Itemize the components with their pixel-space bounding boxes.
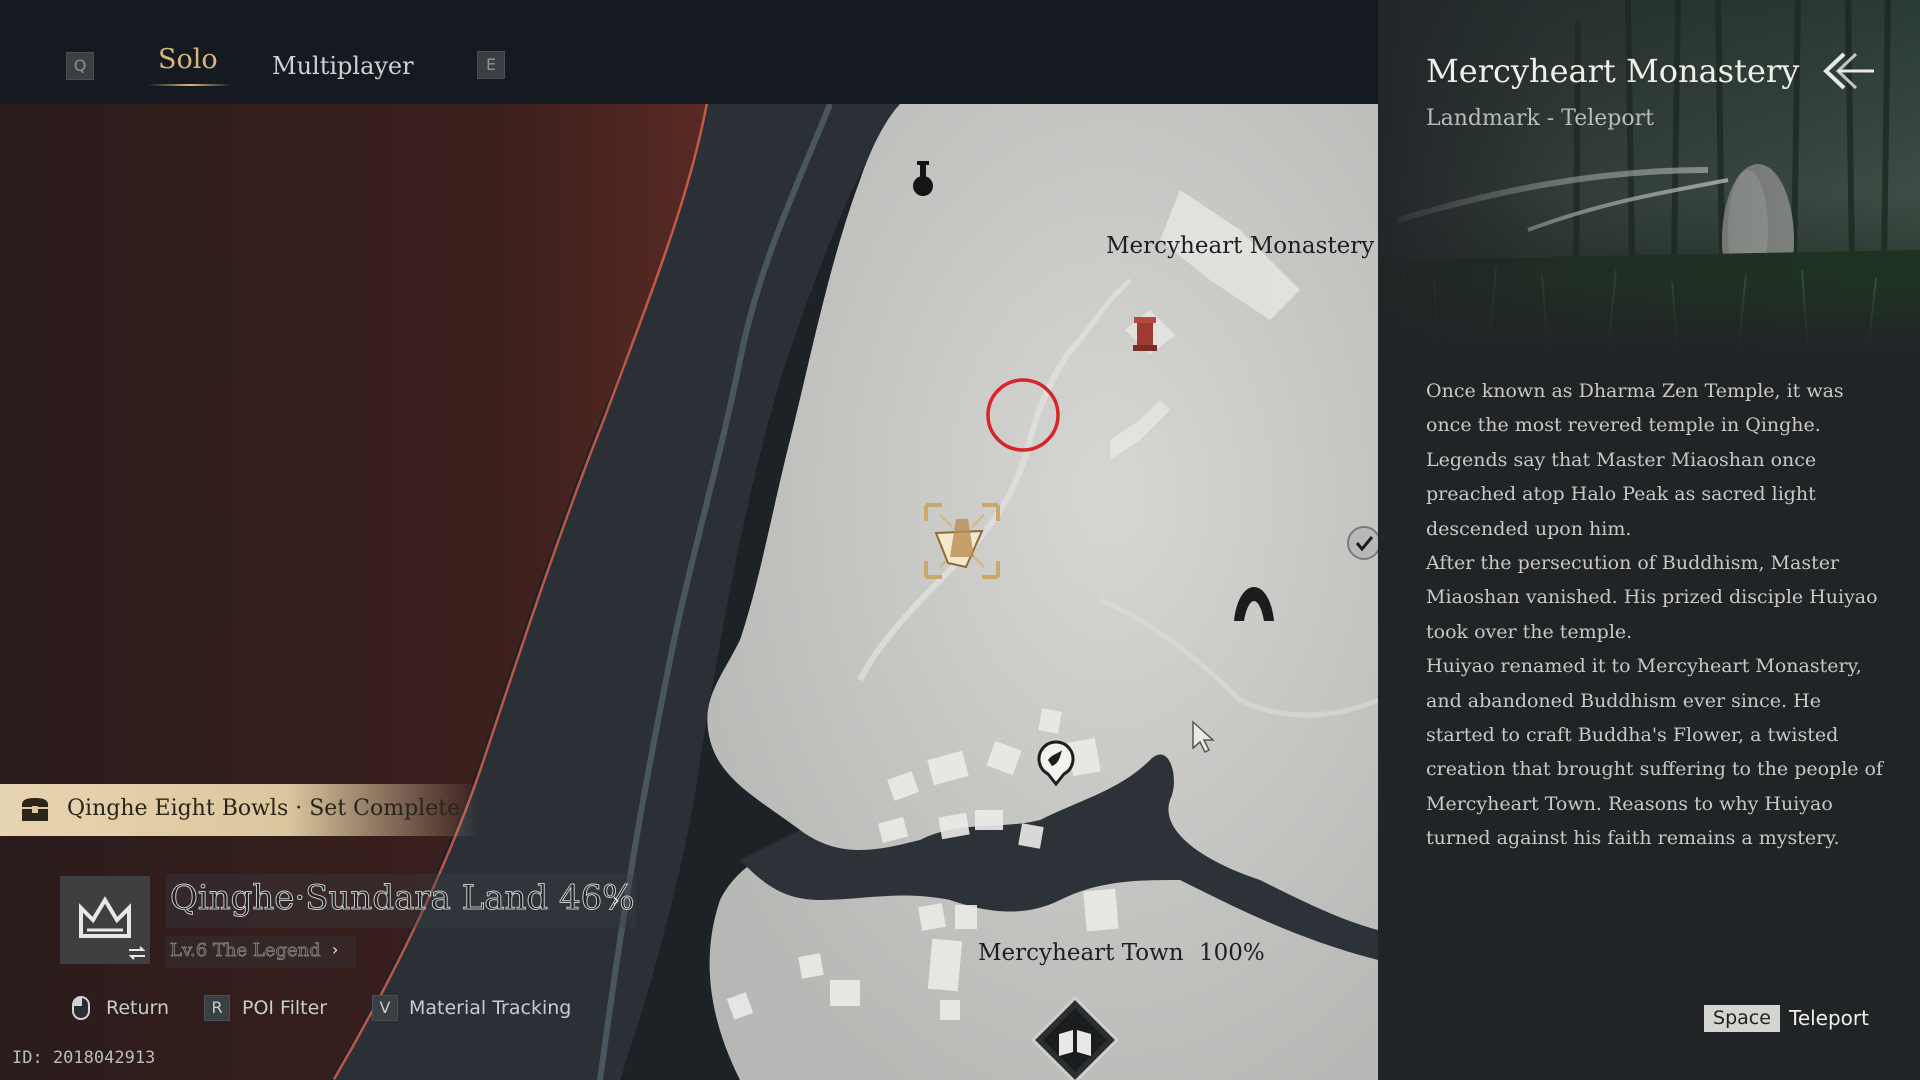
set-complete-notification: Qinghe Eight Bowls · Set Complete: [0, 784, 480, 836]
material-tracking-hint[interactable]: Material Tracking: [409, 997, 571, 1019]
mouse-icon: [72, 996, 90, 1020]
player-id: ID: 2018042913: [12, 1048, 156, 1068]
description-paragraph: Legends say that Master Miaoshan once pr…: [1426, 448, 1817, 540]
region-level[interactable]: Lv.6 The Legend: [170, 940, 321, 962]
description-paragraph: Once known as Dharma Zen Temple, it was …: [1426, 380, 1844, 437]
material-tracking-key[interactable]: V: [372, 995, 398, 1021]
crown-icon: [79, 896, 131, 938]
tab-multiplayer[interactable]: Multiplayer: [272, 52, 414, 80]
map-label-town-progress: 100%: [1199, 940, 1265, 966]
notification-text: Qinghe Eight Bowls · Set Complete: [67, 796, 461, 821]
location-description: Once known as Dharma Zen Temple, it was …: [1426, 374, 1886, 856]
description-paragraph: Huiyao renamed it to Mercyheart Monaster…: [1426, 655, 1884, 850]
teleport-key[interactable]: Space: [1704, 1005, 1780, 1032]
description-paragraph: After the persecution of Buddhism, Maste…: [1426, 552, 1878, 643]
tab-solo[interactable]: Solo: [158, 44, 218, 75]
mode-tab-bar: Q Solo Multiplayer E: [0, 0, 1378, 104]
location-title: Mercyheart Monastery: [1426, 52, 1800, 90]
teleport-button[interactable]: Teleport: [1789, 1006, 1869, 1030]
active-tab-underline: [148, 84, 232, 86]
location-detail-panel: Mercyheart Monastery Landmark - Teleport…: [1378, 0, 1920, 1080]
next-tab-key[interactable]: E: [477, 51, 505, 79]
region-chevron-icon[interactable]: ›: [612, 888, 620, 912]
treasure-chest-icon: [22, 798, 48, 821]
completed-check-icon[interactable]: [1347, 526, 1378, 560]
region-emblem[interactable]: [60, 876, 150, 964]
close-panel-arrow-icon[interactable]: [1818, 48, 1876, 94]
prev-tab-key[interactable]: Q: [66, 52, 94, 80]
location-type: Landmark - Teleport: [1426, 106, 1654, 131]
map-label-town[interactable]: Mercyheart Town: [978, 940, 1184, 966]
return-hint[interactable]: Return: [106, 997, 169, 1019]
poi-filter-hint[interactable]: POI Filter: [242, 997, 327, 1019]
poi-filter-key[interactable]: R: [204, 995, 230, 1021]
map-label-monastery[interactable]: Mercyheart Monastery: [1106, 233, 1374, 259]
level-chevron-icon[interactable]: ›: [332, 940, 338, 959]
swap-icon: [128, 946, 146, 960]
region-name[interactable]: Qinghe·Sundara Land 46%: [170, 878, 636, 919]
